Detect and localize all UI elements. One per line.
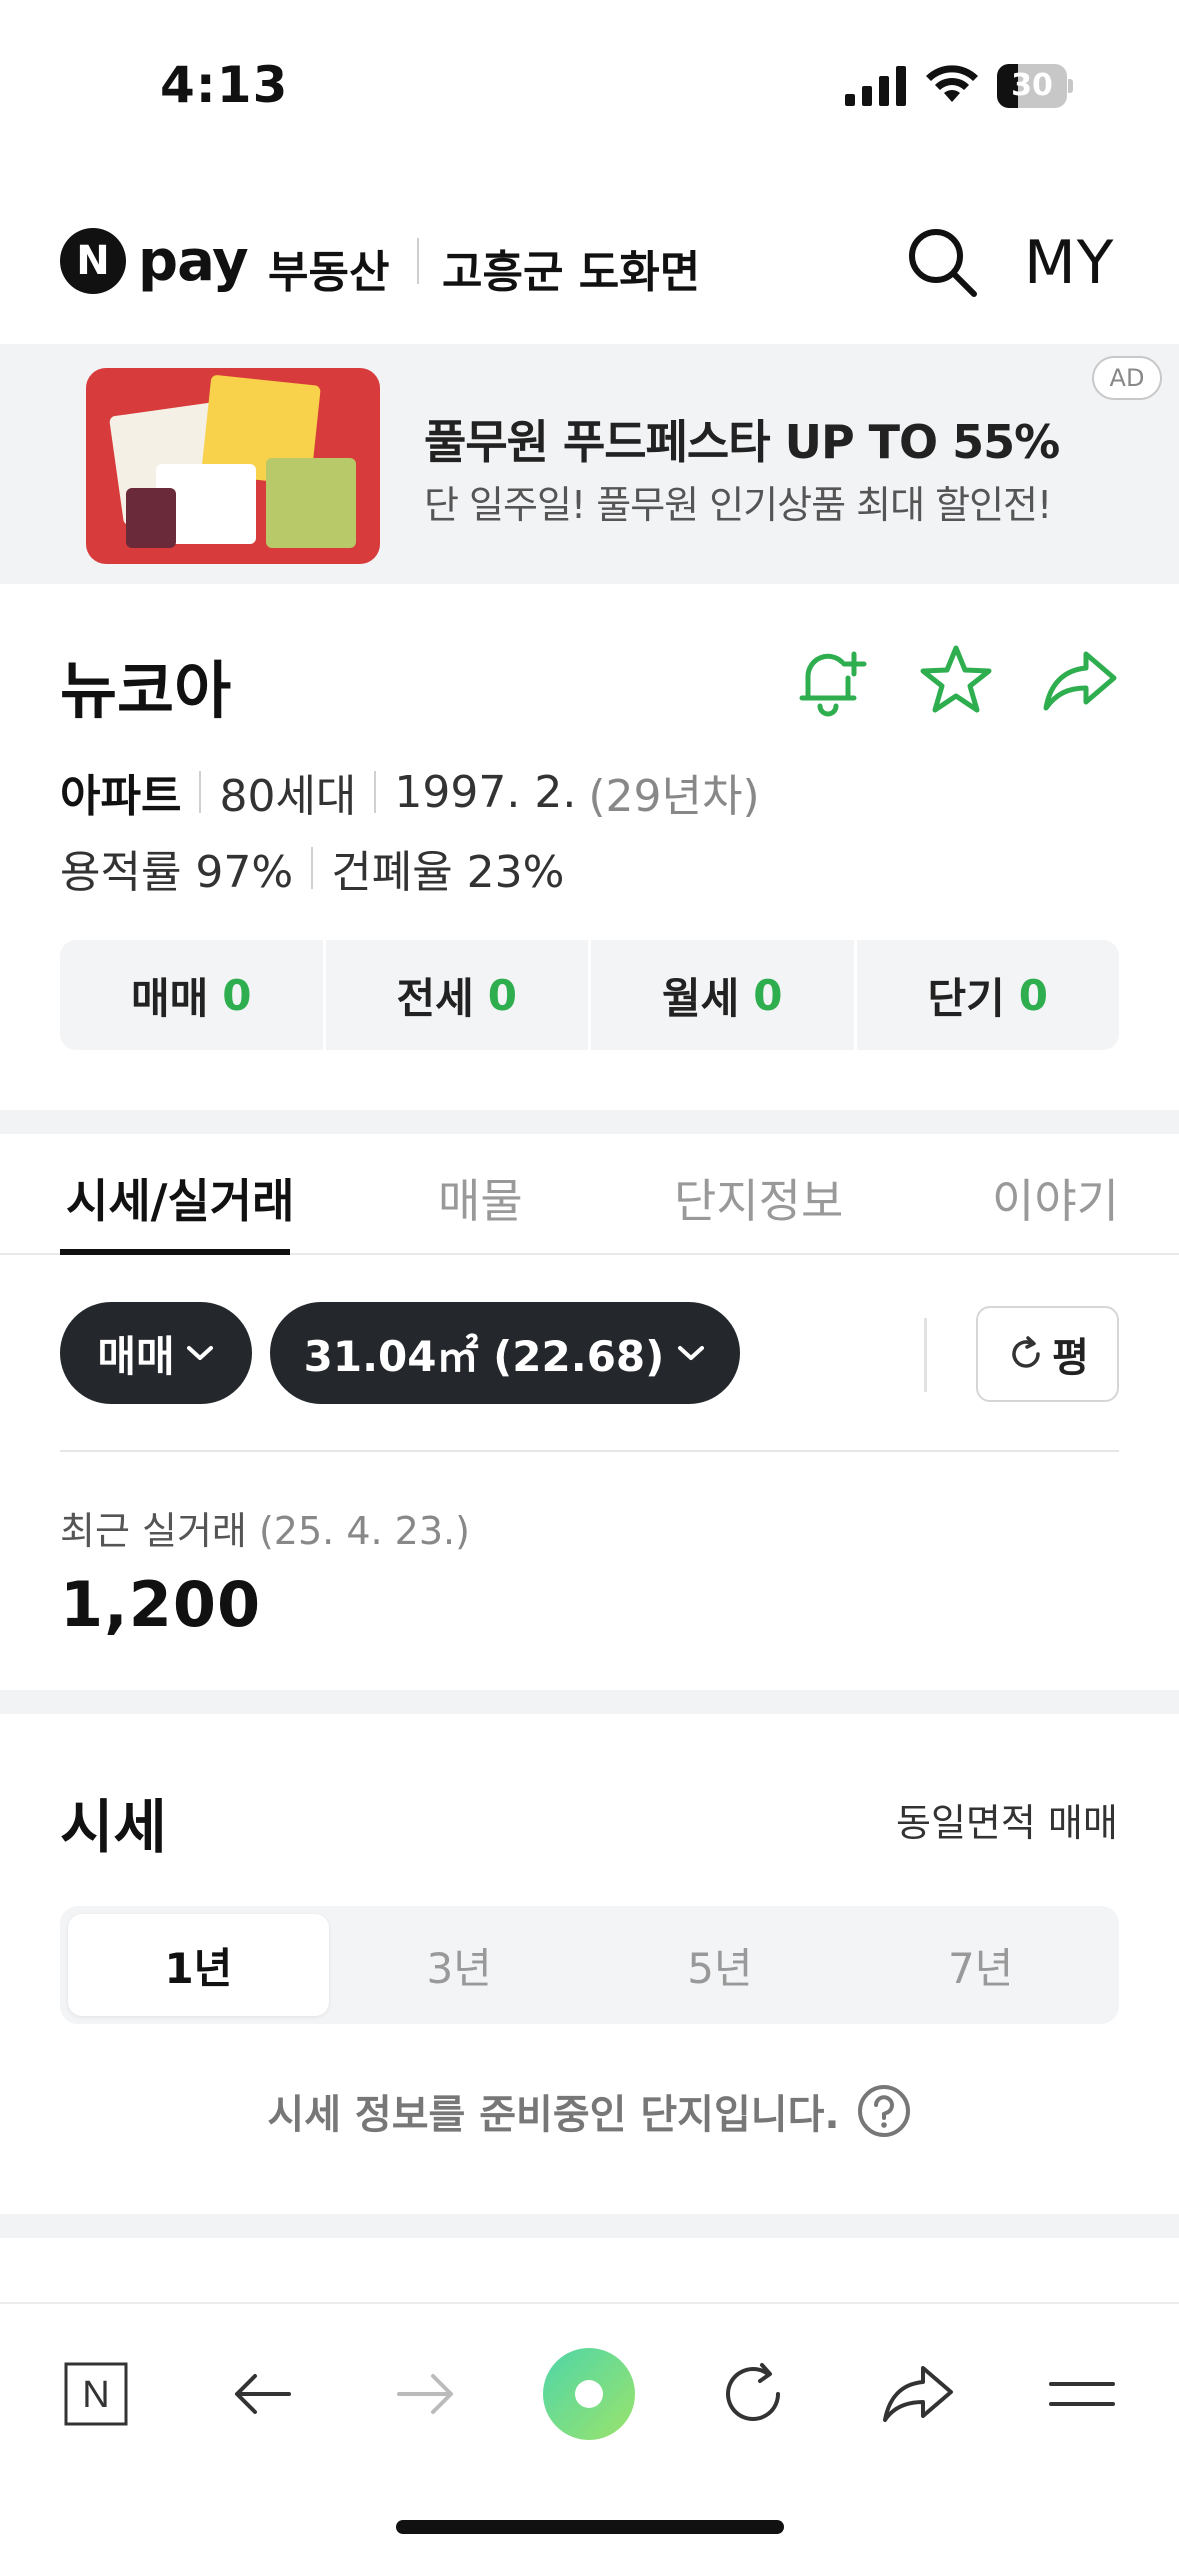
listing-count-summary: 매매 0 전세 0 월세 0 단기 0 — [60, 940, 1119, 1050]
home-indicator[interactable] — [396, 2520, 784, 2534]
recent-deal-label: 최근 실거래 (25. 4. 23.) — [60, 1509, 470, 1553]
period-selector: 1년 3년 5년 7년 — [60, 1906, 1119, 2024]
svg-text:N: N — [82, 2374, 109, 2416]
browser-toolbar: N — [0, 2302, 1179, 2556]
forward-arrow-icon[interactable] — [378, 2346, 474, 2442]
back-arrow-icon[interactable] — [214, 2346, 310, 2442]
filter-separator — [60, 1450, 1119, 1452]
share-icon[interactable] — [1040, 640, 1120, 720]
section-divider — [0, 2214, 1179, 2238]
status-bar: 4:13 30 — [0, 0, 1179, 150]
tab-price-transactions[interactable]: 시세/실거래 — [66, 1165, 294, 1231]
active-tab-indicator — [60, 1249, 290, 1255]
price-section-title: 시세 — [60, 1793, 167, 1861]
floor-area-ratio: 용적률 97% — [60, 847, 294, 898]
complex-name: 뉴코아 — [60, 654, 232, 727]
refresh-icon — [1012, 1336, 1040, 1368]
household-count: 80세대 — [219, 771, 357, 822]
complex-basic-info: 아파트 80세대 1997. 2. (29년차) — [60, 760, 760, 824]
help-icon[interactable] — [856, 2083, 912, 2139]
reload-icon[interactable] — [705, 2346, 801, 2442]
trade-count-sale[interactable]: 매매 0 — [60, 940, 326, 1050]
bell-plus-icon[interactable] — [792, 640, 872, 720]
period-1-year[interactable]: 1년 — [68, 1914, 329, 2016]
unit-toggle-button[interactable]: 평 — [976, 1306, 1119, 1402]
tab-listings[interactable]: 매물 — [438, 1165, 523, 1231]
period-5-years[interactable]: 5년 — [590, 1914, 851, 2016]
ad-subtitle: 단 일주일! 풀무원 인기상품 최대 할인전! — [424, 483, 1052, 527]
pay-wordmark: pay — [138, 228, 249, 294]
complex-ratio-info: 용적률 97% 건폐율 23% — [60, 836, 564, 900]
green-dot-icon[interactable] — [541, 2346, 637, 2442]
tab-complex-info[interactable]: 단지정보 — [674, 1165, 843, 1231]
ad-title: 풀무원 푸드페스타 UP TO 55% — [424, 415, 1060, 469]
battery-indicator: 30 — [997, 64, 1073, 108]
battery-level: 30 — [1011, 68, 1053, 103]
search-icon[interactable] — [902, 222, 982, 302]
header-divider — [417, 238, 419, 284]
complex-type: 아파트 — [60, 771, 182, 822]
ad-badge: AD — [1092, 356, 1162, 400]
chevron-down-icon — [186, 1346, 213, 1360]
app-header: N pay 부동산 고흥군 도화면 MY — [0, 200, 1179, 340]
share-icon[interactable] — [870, 2346, 966, 2442]
region-selector[interactable]: 고흥군 도화면 — [442, 236, 700, 300]
price-unavailable-notice: 시세 정보를 준비중인 단지입니다. — [0, 2082, 1179, 2140]
period-7-years[interactable]: 7년 — [850, 1914, 1111, 2016]
cellular-signal-icon — [845, 66, 906, 106]
recent-deal-price: 1,200 — [60, 1568, 262, 1641]
content-tabs: 시세/실거래 매물 단지정보 이야기 — [0, 1135, 1179, 1255]
service-name[interactable]: 부동산 — [268, 236, 389, 300]
deal-type-dropdown[interactable]: 매매 — [60, 1302, 252, 1404]
wifi-icon — [926, 65, 978, 102]
menu-icon[interactable] — [1034, 2346, 1130, 2442]
building-age: (29년차) — [588, 771, 760, 822]
ad-product-image — [86, 368, 380, 564]
section-divider — [0, 1690, 1179, 1714]
trade-count-short-term[interactable]: 단기 0 — [857, 940, 1120, 1050]
building-coverage-ratio: 건폐율 23% — [331, 847, 565, 898]
area-dropdown[interactable]: 31.04㎡ (22.68) — [270, 1302, 740, 1404]
naver-n-badge: N — [60, 228, 126, 294]
status-time: 4:13 — [160, 56, 289, 114]
ad-banner[interactable]: 풀무원 푸드페스타 UP TO 55% 단 일주일! 풀무원 인기상품 최대 할… — [0, 344, 1179, 584]
period-3-years[interactable]: 3년 — [329, 1914, 590, 2016]
star-icon[interactable] — [916, 640, 996, 720]
recent-deal-date: (25. 4. 23.) — [258, 1509, 470, 1553]
trade-count-jeonse[interactable]: 전세 0 — [326, 940, 591, 1050]
chevron-down-icon — [678, 1346, 705, 1360]
built-date: 1997. 2. — [394, 766, 577, 818]
my-page-button[interactable]: MY — [1024, 228, 1114, 298]
trade-count-monthly-rent[interactable]: 월세 0 — [591, 940, 857, 1050]
section-divider — [0, 1110, 1179, 1134]
npay-logo[interactable]: N pay — [60, 228, 249, 294]
same-area-sale-link[interactable]: 동일면적 매매 — [896, 1792, 1118, 1847]
tab-stories[interactable]: 이야기 — [992, 1165, 1119, 1231]
filter-divider — [924, 1318, 927, 1392]
naver-home-icon[interactable]: N — [48, 2346, 144, 2442]
